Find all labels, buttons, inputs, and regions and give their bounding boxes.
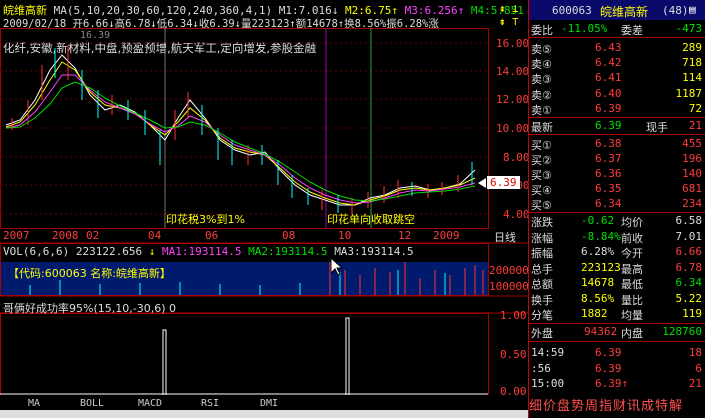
price-axis-8: 8.00: [503, 151, 530, 164]
bid-row[interactable]: 买⑤ 6.34 234: [529, 197, 705, 212]
stat-row[interactable]: 涨跌 -0.62 均价 6.58: [529, 214, 705, 229]
vol-axis-100000: 100000: [489, 280, 529, 293]
current-price-tag: 6.39: [487, 176, 520, 189]
stat-row[interactable]: 换手 8.56% 量比 5.22: [529, 292, 705, 307]
ask-row[interactable]: 卖① 6.39 72: [529, 102, 705, 117]
price-axis-14: 14.00: [496, 65, 530, 78]
quote-name: 皖维高新: [600, 5, 649, 19]
vol-ma3: MA3:193114.5: [334, 245, 414, 258]
ask-row[interactable]: 卖⑤ 6.43 289: [529, 41, 705, 56]
indicator-label: 哥俩好成功率95%(15,10,-30,6) 0: [3, 302, 176, 315]
weibi-row: 委比 -11.05% 委差 -473: [531, 22, 702, 37]
quote-panel: 600063 皖维高新 (48) ▤ 委比 -11.05% 委差 -473 卖⑤…: [528, 0, 705, 418]
bid-row[interactable]: 买④ 6.35 681: [529, 182, 705, 197]
price-axis-4: 4.00: [503, 208, 530, 221]
price-axis-12: 12.00: [496, 93, 530, 106]
time-axis-12: 12: [398, 229, 412, 242]
menu-icon[interactable]: ▤: [689, 3, 696, 16]
time-axis-2009: 2009: [433, 229, 460, 242]
tab-boll[interactable]: BOLL: [80, 398, 104, 409]
tick-row[interactable]: 14:59 6.39 18: [529, 346, 705, 361]
time-axis-04: 04: [148, 229, 162, 242]
bid-row[interactable]: 买① 6.38 455: [529, 137, 705, 152]
vol-header: VOL(6,6,6) 223122.656 ↓ MA1:193114.5 MA2…: [3, 245, 414, 258]
tick-row[interactable]: :56 6.39 6: [529, 362, 705, 377]
time-axis-02: 02: [86, 229, 100, 242]
stat-row[interactable]: 总额 14678 最低 6.34: [529, 276, 705, 291]
vol-ma1: MA1:193114.5: [161, 245, 242, 258]
time-axis-08: 08: [282, 229, 296, 242]
vol-ma2: MA2:193114.5: [248, 245, 328, 258]
price-axis-16: 16.00: [496, 37, 530, 50]
ind-axis-1: 1.00: [500, 309, 527, 322]
vol-axis-200000: 200000: [489, 264, 529, 277]
ask-row[interactable]: 卖② 6.40 1187: [529, 87, 705, 102]
period-label[interactable]: 日线: [494, 229, 516, 245]
mouse-cursor-icon: [330, 257, 344, 276]
last-price-row: 最新 6.39 现手 21: [531, 119, 702, 134]
ind-axis-05: 0.50: [500, 348, 527, 361]
ask-row[interactable]: 卖③ 6.41 114: [529, 71, 705, 86]
vol-info: 【代码:600063 名称:皖维高新】: [8, 267, 171, 280]
quote-bottom-tabs[interactable]: 细价盘势周指财讯成特解: [529, 395, 705, 418]
chart-top-price: 16.39: [80, 30, 111, 41]
chart-svg: [0, 28, 528, 396]
ask-row[interactable]: 卖④ 6.42 718: [529, 56, 705, 71]
indicator-frame: [0, 313, 489, 396]
chart-area[interactable]: 皖维高新 MA(5,10,20,30,60,120,240,360,4,1) M…: [0, 0, 530, 418]
stat-row[interactable]: 分笔 1882 均量 119: [529, 307, 705, 322]
tab-macd[interactable]: MACD: [138, 398, 162, 409]
annotation-stamp-duty: 印花税3%到1%: [166, 213, 245, 226]
time-axis-10: 10: [338, 229, 352, 242]
time-axis-2007: 2007: [3, 229, 30, 242]
bid-row[interactable]: 买② 6.37 196: [529, 152, 705, 167]
tick-row[interactable]: 15:00 6.39↑ 21: [529, 377, 705, 392]
price-axis-10: 10.00: [496, 122, 530, 135]
tab-dmi[interactable]: DMI: [260, 398, 278, 409]
vol-value: 223122.656: [75, 245, 143, 258]
stat-row[interactable]: 总手 223123 最高 6.78: [529, 261, 705, 276]
tab-ma[interactable]: MA: [28, 398, 40, 409]
stat-row[interactable]: 涨幅 -8.84% 前收 7.01: [529, 230, 705, 245]
time-axis-06: 06: [205, 229, 219, 242]
bid-row[interactable]: 买③ 6.36 140: [529, 167, 705, 182]
time-axis-2008: 2008: [52, 229, 79, 242]
annotation-gap: 印花单向收取跳空: [327, 213, 415, 226]
quote-count: (48): [662, 4, 689, 17]
horizontal-scrollbar[interactable]: [0, 410, 528, 418]
outer-inner-row: 外盘 94362 内盘 128760: [531, 325, 702, 340]
quote-code: 600063: [552, 4, 592, 17]
vol-label: VOL(6,6,6): [3, 245, 70, 258]
stat-row[interactable]: 振幅 6.28% 今开 6.66: [529, 245, 705, 260]
tab-rsi[interactable]: RSI: [201, 398, 219, 409]
